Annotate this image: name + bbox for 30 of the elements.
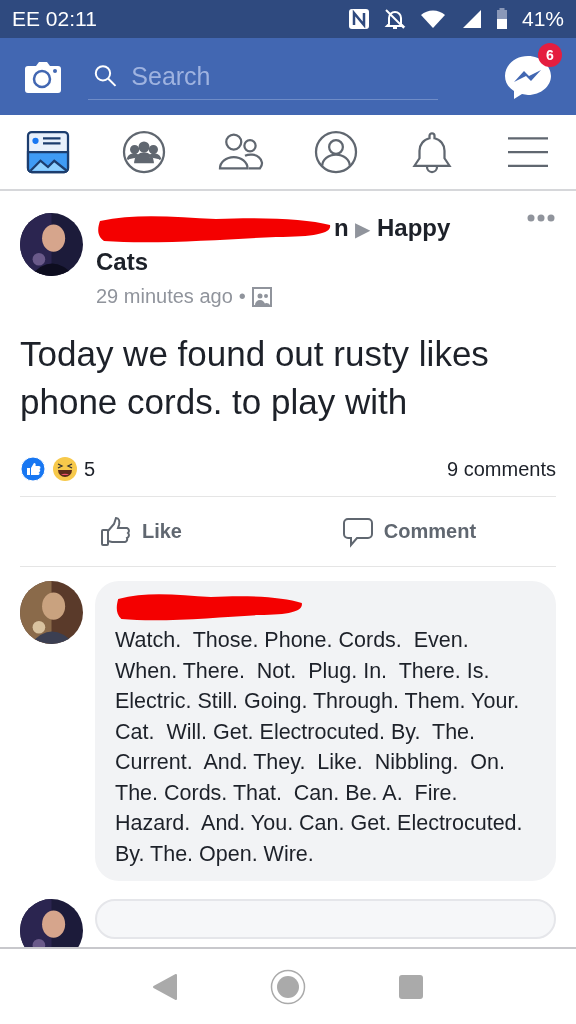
search-input[interactable]: Search — [129, 60, 438, 92]
thumbs-up-icon — [99, 515, 132, 548]
post-text: Today we found out rusty likes phone cords. to play with — [20, 333, 490, 423]
post-time: 29 minutes ago — [96, 285, 233, 308]
author-name[interactable]: n — [334, 214, 349, 242]
signal-icon — [461, 9, 482, 29]
commenter-avatar[interactable] — [20, 899, 83, 947]
like-button[interactable]: Like — [93, 514, 188, 549]
wifi-icon — [419, 9, 448, 29]
comment-icon — [341, 515, 374, 548]
arrow-icon: ▶ — [355, 218, 371, 241]
group-name[interactable]: Cats — [96, 248, 149, 275]
carrier-time: EE 02:11 — [12, 7, 97, 31]
comment-button[interactable]: Comment — [335, 514, 483, 549]
nfc-icon — [347, 8, 370, 30]
notification-badge: 6 — [538, 42, 562, 67]
haha-reaction-icon — [52, 456, 78, 482]
like-reaction-icon — [20, 456, 46, 482]
comments-count[interactable]: 9 comments — [447, 457, 556, 481]
search-field[interactable]: Search — [88, 53, 438, 100]
camera-icon[interactable] — [24, 59, 62, 94]
reaction-count[interactable]: 5 — [84, 457, 96, 481]
separator-dot: • — [238, 285, 246, 308]
battery-percent: 41% — [521, 7, 564, 31]
muted-bell-icon — [383, 8, 406, 30]
group-name[interactable]: Happy — [377, 214, 451, 242]
group-audience-icon — [251, 286, 272, 307]
battery-icon — [495, 8, 508, 30]
comment-text: Watch. Those. Phone. Cords. Even. When. There. Not. Plug. In. There. Is. Electric. Still. Going. Through. Them. Your. Cat. Will. Get. Electrocuted. By. The. Current. And. They. Like. Nibbling. On. The. Cords. That. Can. Be. A. Fire. Hazard. And. You. Can. Get. Electrocuted. By. The. Open. Wire. — [115, 627, 524, 868]
search-icon — [94, 63, 118, 89]
